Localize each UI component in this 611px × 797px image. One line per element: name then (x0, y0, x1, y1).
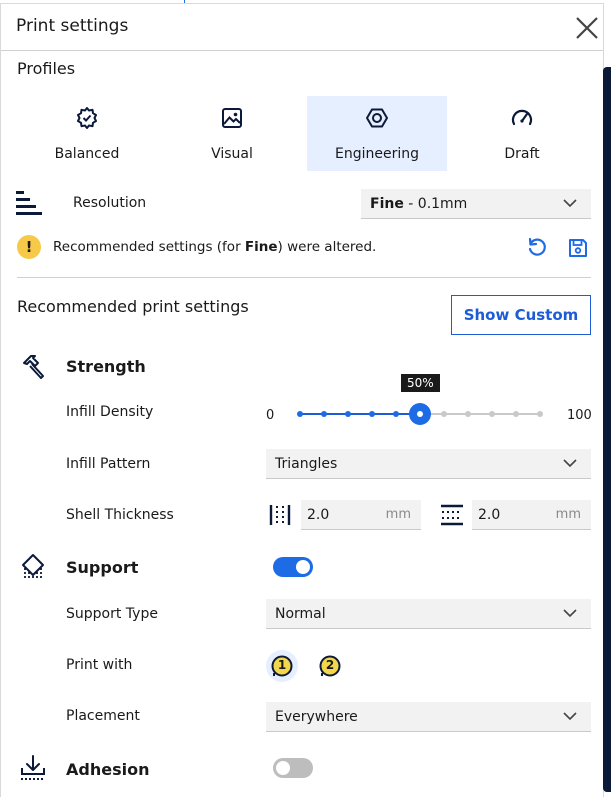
resolution-value-bold: Fine (370, 196, 404, 212)
slider-thumb[interactable] (409, 403, 431, 425)
slider-step-dot (321, 411, 327, 417)
resolution-value-rest: - 0.1mm (403, 196, 468, 212)
strength-title: Strength (66, 357, 146, 376)
profile-engineering[interactable]: Engineering (307, 96, 447, 171)
slider-step-dot (297, 411, 303, 417)
slider-step-dot (369, 411, 375, 417)
print-with-label: Print with (66, 657, 133, 673)
placement-value: Everywhere (275, 709, 358, 725)
reset-button[interactable] (526, 237, 548, 259)
profile-label: Engineering (335, 146, 419, 162)
infill-pattern-select[interactable]: Triangles (266, 449, 591, 479)
chevron-down-icon (563, 459, 577, 468)
header-divider (1, 50, 603, 51)
close-icon (576, 17, 598, 39)
slider-step-dot (513, 411, 519, 417)
top-bottom-thickness-icon (440, 503, 464, 531)
chevron-down-icon (563, 609, 577, 618)
support-type-value: Normal (275, 606, 326, 622)
slider-step-dot (465, 411, 471, 417)
infill-pattern-label: Infill Pattern (66, 456, 151, 472)
slider-tooltip: 50% (401, 374, 440, 392)
adhesion-icon (19, 754, 47, 788)
warning-icon: ! (17, 235, 41, 259)
save-button[interactable] (567, 237, 589, 259)
reset-icon (528, 237, 546, 256)
slider-step-dot (537, 411, 543, 417)
support-toggle[interactable] (273, 557, 313, 577)
extruder-2-button[interactable]: 2 (314, 650, 346, 682)
slider-min-label: 0 (266, 408, 275, 423)
panel-title: Print settings (16, 16, 129, 36)
recommended-title: Recommended print settings (17, 297, 249, 316)
adhesion-toggle[interactable] (273, 758, 313, 778)
profile-label: Visual (211, 146, 253, 162)
profiles-label: Profiles (17, 59, 76, 78)
profile-draft[interactable]: Draft (452, 96, 592, 171)
gear-check-icon (77, 107, 97, 129)
infill-pattern-value: Triangles (275, 456, 338, 472)
support-type-select[interactable]: Normal (266, 599, 591, 629)
top-bottom-thickness-input[interactable]: 2.0 mm (472, 500, 591, 530)
slider-step-dot (489, 411, 495, 417)
support-title: Support (66, 558, 139, 577)
chevron-down-icon (563, 199, 577, 208)
show-custom-button[interactable]: Show Custom (451, 295, 591, 335)
wall-thickness-input[interactable]: 2.0 mm (301, 500, 421, 530)
profile-balanced[interactable]: Balanced (17, 96, 157, 171)
resolution-label: Resolution (73, 195, 147, 211)
support-type-label: Support Type (66, 606, 158, 622)
save-icon (569, 239, 587, 257)
close-button[interactable] (574, 15, 600, 41)
slider-max-label: 100 (567, 408, 592, 423)
extruder-1-number: 1 (277, 658, 287, 672)
profile-label: Balanced (54, 146, 120, 162)
gauge-icon (511, 109, 533, 126)
layer-height-icon (16, 191, 42, 221)
profile-label: Draft (504, 146, 540, 162)
shell-thickness-label: Shell Thickness (66, 507, 174, 523)
image-icon (222, 108, 242, 128)
placement-select[interactable]: Everywhere (266, 702, 591, 732)
profile-visual[interactable]: Visual (162, 96, 302, 171)
resolution-select[interactable]: Fine - 0.1mm (361, 189, 591, 219)
chevron-down-icon (563, 712, 577, 721)
slider-step-dot (441, 411, 447, 417)
extruder-2-number: 2 (325, 658, 335, 672)
section-divider (17, 277, 591, 278)
altered-warning: Recommended settings (for Fine) were alt… (53, 239, 377, 255)
hexagon-nut-icon (366, 108, 388, 128)
support-icon (18, 553, 48, 587)
slider-step-dot (345, 411, 351, 417)
wall-thickness-icon (268, 503, 292, 531)
adhesion-title: Adhesion (66, 760, 150, 779)
infill-density-label: Infill Density (66, 404, 154, 420)
scrollbar[interactable] (603, 67, 611, 792)
hammer-icon (18, 353, 46, 385)
slider-step-dot (393, 411, 399, 417)
extruder-1-button[interactable]: 1 (266, 650, 298, 682)
placement-label: Placement (66, 708, 140, 724)
slider-fill (300, 413, 420, 415)
